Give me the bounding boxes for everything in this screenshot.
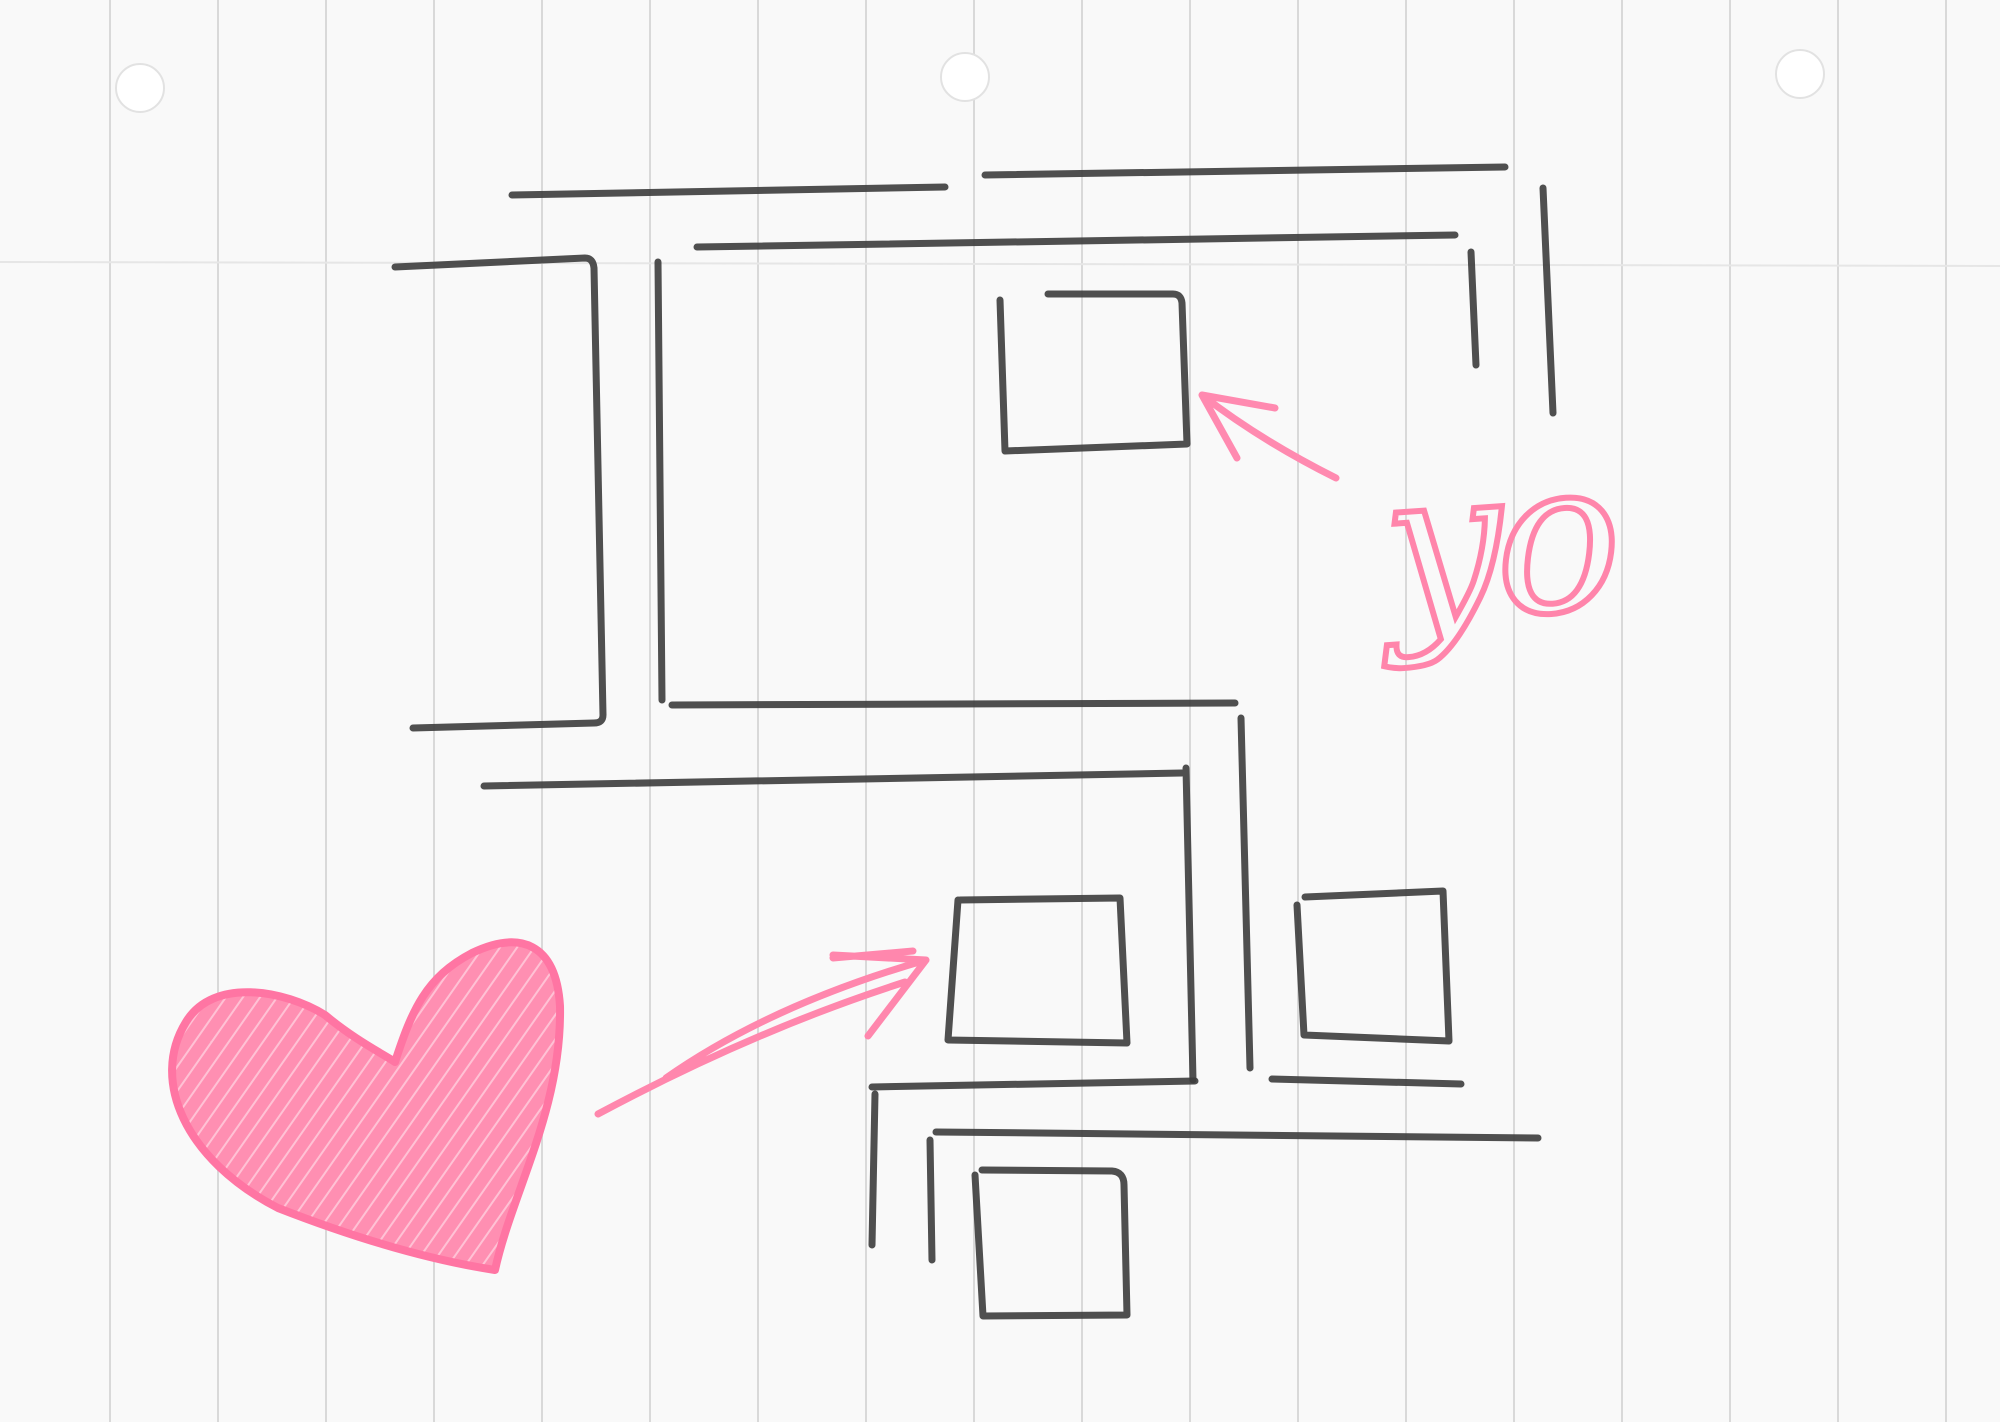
punch-hole bbox=[115, 63, 165, 113]
main-panel-outline bbox=[654, 231, 1480, 709]
top-right-frame-edge bbox=[1539, 184, 1557, 417]
punch-hole bbox=[940, 52, 990, 102]
arrow-icon bbox=[1198, 391, 1340, 482]
annotations bbox=[168, 391, 1340, 1274]
left-column-panel bbox=[391, 254, 607, 732]
lined-paper: yo bbox=[0, 0, 2000, 1422]
yo-annotation: yo bbox=[1372, 409, 1624, 675]
sketch-canvas bbox=[0, 0, 2000, 1422]
top-frame-line bbox=[981, 163, 1509, 179]
heart-icon bbox=[168, 938, 565, 1274]
punch-holes bbox=[115, 49, 1825, 113]
content-box bbox=[1293, 887, 1453, 1045]
bottom-frame-line bbox=[868, 1075, 1465, 1091]
top-frame-line bbox=[508, 183, 949, 199]
content-box bbox=[971, 1166, 1131, 1320]
content-box bbox=[996, 290, 1191, 455]
punch-hole bbox=[1775, 49, 1825, 99]
